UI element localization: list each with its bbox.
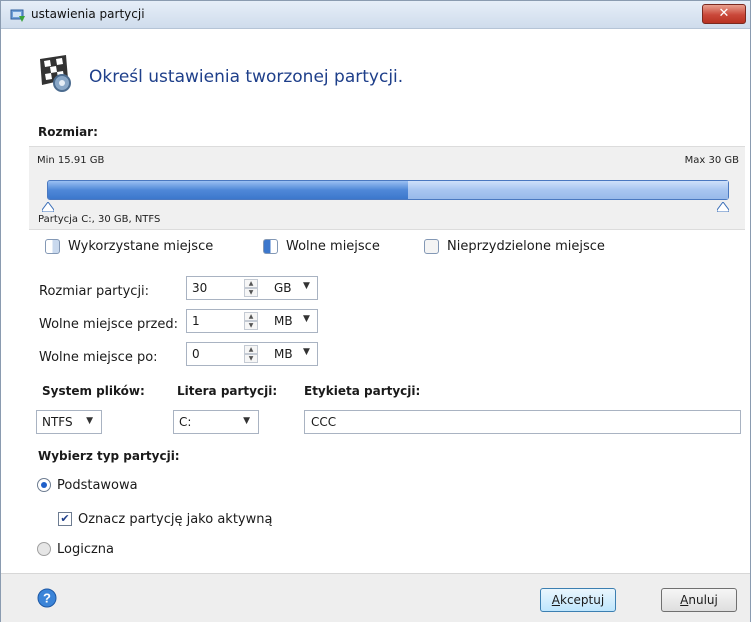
size-section-label: Rozmiar: <box>38 125 98 139</box>
filesystem-value[interactable]: NTFS <box>42 415 73 429</box>
free-before-spin-arrows[interactable]: ▲ ▼ <box>244 312 258 330</box>
drive-letter-label: Litera partycji: <box>177 384 278 398</box>
mark-active-checkbox[interactable]: ✔ <box>58 512 72 526</box>
svg-text:?: ? <box>43 591 51 606</box>
accept-button-label: kceptuj <box>560 593 605 607</box>
free-after-unit[interactable]: MB <box>274 347 293 361</box>
unallocated-space-swatch <box>424 239 439 254</box>
volume-label-value[interactable]: CCC <box>311 415 336 429</box>
spin-up-icon[interactable]: ▲ <box>244 312 258 321</box>
page-title: Określ ustawienia tworzonej partycji. <box>89 67 404 87</box>
partition-size-bar[interactable] <box>47 180 729 200</box>
mark-active-label[interactable]: Oznacz partycję jako aktywną <box>78 512 272 527</box>
chevron-down-icon[interactable]: ▼ <box>303 347 310 357</box>
close-button[interactable]: ✕ <box>702 4 746 24</box>
partition-size-unit[interactable]: GB <box>274 281 292 295</box>
chevron-down-icon[interactable]: ▼ <box>303 281 310 291</box>
partition-wizard-icon <box>40 55 71 92</box>
partition-size-spin-arrows[interactable]: ▲ ▼ <box>244 279 258 297</box>
free-after-stepper[interactable]: 0 ▲ ▼ MB ▼ <box>186 342 318 366</box>
partition-size-value[interactable]: 30 <box>192 281 207 295</box>
primary-radio-label[interactable]: Podstawowa <box>57 478 138 493</box>
partition-type-label: Wybierz typ partycji: <box>38 449 180 463</box>
dialog-footer: ? Akceptuj Anuluj <box>1 573 750 622</box>
spin-down-icon[interactable]: ▼ <box>244 321 258 330</box>
logical-radio[interactable] <box>37 542 51 556</box>
free-after-label: Wolne miejsce po: <box>39 350 158 365</box>
spin-down-icon[interactable]: ▼ <box>244 354 258 363</box>
chevron-down-icon[interactable]: ▼ <box>86 416 93 426</box>
free-before-value[interactable]: 1 <box>192 314 200 328</box>
partition-info-label: Partycja C:, 30 GB, NTFS <box>38 214 161 225</box>
accept-button[interactable]: Akceptuj <box>540 588 616 612</box>
free-before-label: Wolne miejsce przed: <box>39 317 179 332</box>
chevron-down-icon[interactable]: ▼ <box>243 416 250 426</box>
cancel-button[interactable]: Anuluj <box>661 588 737 612</box>
drive-letter-value[interactable]: C: <box>179 415 191 429</box>
right-slider-handle[interactable] <box>717 202 729 212</box>
free-before-stepper[interactable]: 1 ▲ ▼ MB ▼ <box>186 309 318 333</box>
free-space-swatch <box>263 239 278 254</box>
left-slider-handle[interactable] <box>42 202 54 212</box>
legend-unallocated-label: Nieprzydzielone miejsce <box>447 239 605 254</box>
chevron-down-icon[interactable]: ▼ <box>303 314 310 324</box>
window-title: ustawienia partycji <box>31 7 145 21</box>
title-bar: ustawienia partycji ✕ <box>1 1 750 29</box>
volume-label-label: Etykieta partycji: <box>304 384 421 398</box>
spin-up-icon[interactable]: ▲ <box>244 279 258 288</box>
accept-button-mnemonic: A <box>551 593 560 607</box>
free-after-spin-arrows[interactable]: ▲ ▼ <box>244 345 258 363</box>
min-size-label: Min 15.91 GB <box>37 155 105 166</box>
free-after-value[interactable]: 0 <box>192 347 200 361</box>
partition-settings-dialog: ustawienia partycji ✕ Określ ustawienia … <box>0 0 751 622</box>
filesystem-select[interactable]: NTFS ▼ <box>36 410 102 434</box>
drive-letter-select[interactable]: C: ▼ <box>173 410 259 434</box>
used-space-swatch <box>45 239 60 254</box>
partition-size-label: Rozmiar partycji: <box>39 284 150 299</box>
free-space-segment <box>408 181 728 199</box>
max-size-label: Max 30 GB <box>684 155 739 166</box>
partition-size-slider: Min 15.91 GB Max 30 GB Partycja C:, 30 G… <box>29 146 745 230</box>
used-space-segment <box>48 181 408 199</box>
cancel-button-label: nuluj <box>688 593 718 607</box>
primary-radio[interactable] <box>37 478 51 492</box>
volume-label-input[interactable]: CCC <box>304 410 741 434</box>
partition-app-icon <box>10 9 25 22</box>
filesystem-label: System plików: <box>42 384 145 398</box>
spin-up-icon[interactable]: ▲ <box>244 345 258 354</box>
logical-radio-label[interactable]: Logiczna <box>57 542 114 557</box>
spin-down-icon[interactable]: ▼ <box>244 288 258 297</box>
free-before-unit[interactable]: MB <box>274 314 293 328</box>
legend-used-label: Wykorzystane miejsce <box>68 239 214 254</box>
help-icon[interactable]: ? <box>37 588 57 608</box>
partition-size-stepper[interactable]: 30 ▲ ▼ GB ▼ <box>186 276 318 300</box>
legend-free-label: Wolne miejsce <box>286 239 380 254</box>
